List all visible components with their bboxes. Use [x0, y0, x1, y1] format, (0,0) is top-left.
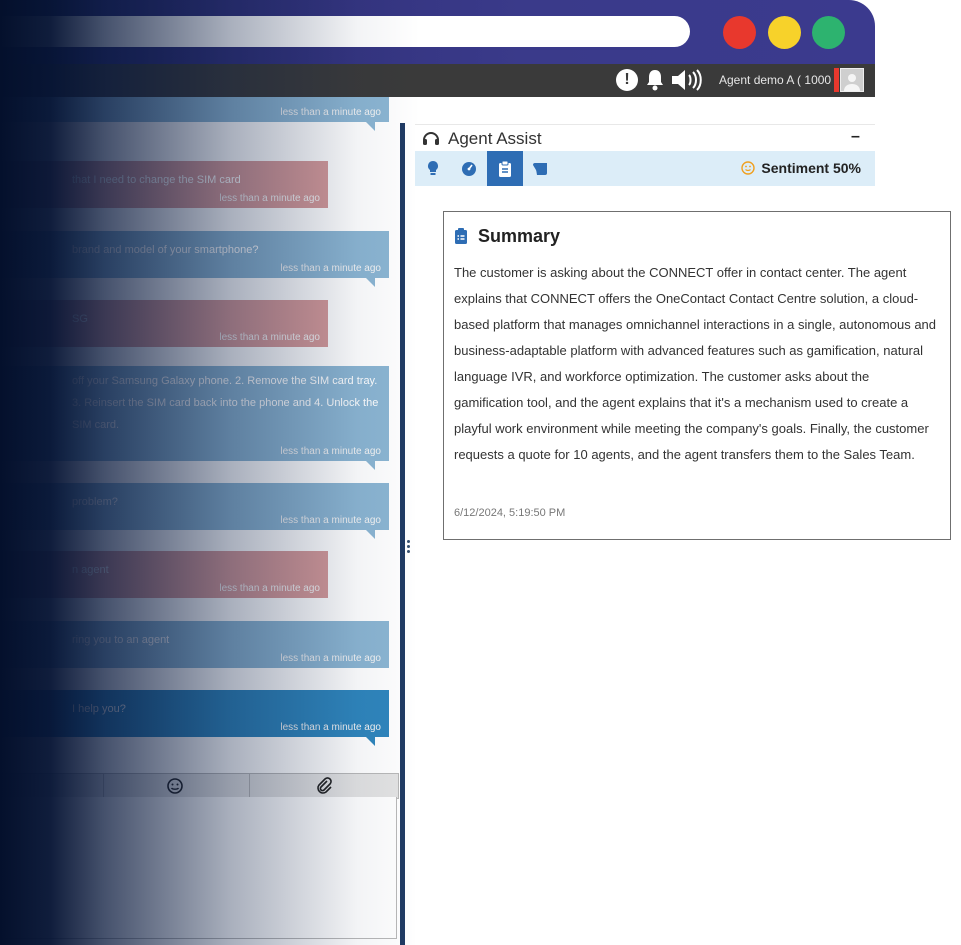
headset-icon [421, 129, 441, 149]
message-text: n agent [72, 564, 109, 576]
chat-message: ring you to an agent less than a minute … [0, 621, 389, 668]
agent-assist-title: Agent Assist [448, 129, 542, 148]
chat-message: off your Samsung Galaxy phone. 2. Remove… [0, 366, 389, 470]
app-toolbar: ! Agent demo A ( 1000 ) [0, 64, 875, 97]
chat-message: n agent less than a minute ago [0, 551, 328, 598]
clipboard-icon[interactable] [487, 151, 523, 186]
message-text: off your Samsung Galaxy phone. 2. Remove… [72, 375, 379, 431]
summary-text: The customer is asking about the CONNECT… [454, 265, 937, 462]
message-text: brand and model of your smartphone? [72, 244, 259, 256]
maximize-window-button[interactable] [812, 16, 845, 49]
clipboard-list-icon [454, 227, 468, 245]
minimize-window-button[interactable] [768, 16, 801, 49]
minimize-panel-button[interactable]: – [851, 128, 860, 146]
summary-timestamp: 6/12/2024, 5:19:50 PM [454, 507, 566, 519]
agent-assist-header: Agent Assist – [415, 124, 875, 152]
close-window-button[interactable] [723, 16, 756, 49]
scroll-icon[interactable] [523, 151, 559, 186]
chat-panel: less than a minute ago that I need to ch… [0, 97, 403, 945]
message-time: less than a minute ago [280, 263, 381, 274]
smiley-icon [741, 161, 756, 175]
message-time: less than a minute ago [219, 583, 320, 594]
bell-icon[interactable] [643, 68, 667, 92]
divider [249, 774, 250, 798]
message-time: less than a minute ago [280, 653, 381, 664]
message-time: less than a minute ago [219, 193, 320, 204]
address-bar[interactable] [0, 16, 690, 47]
message-time: less than a minute ago [280, 107, 381, 118]
message-time: less than a minute ago [219, 332, 320, 343]
paperclip-icon[interactable] [314, 776, 334, 796]
divider [103, 774, 104, 798]
avatar[interactable] [840, 68, 864, 92]
sentiment-label: Sentiment 50% [761, 160, 861, 176]
message-text: problem? [72, 496, 118, 508]
dashboard-icon[interactable] [451, 151, 487, 186]
message-time: less than a minute ago [280, 515, 381, 526]
panel-splitter[interactable] [400, 123, 405, 945]
sentiment-indicator: Sentiment 50% [741, 160, 861, 176]
message-text: that I need to change the SIM card [72, 174, 241, 186]
agent-name-label: Agent demo A ( 1000 ) [719, 73, 839, 87]
chat-message: that I need to change the SIM card less … [0, 161, 328, 208]
summary-title: Summary [478, 226, 561, 246]
chat-message: brand and model of your smartphone? less… [0, 231, 389, 287]
status-indicator [834, 68, 839, 92]
message-text: SG [72, 313, 88, 325]
message-text: ring you to an agent [72, 634, 170, 646]
splitter-handle[interactable] [407, 540, 411, 554]
composer-toolbar [0, 773, 399, 799]
message-time: less than a minute ago [280, 446, 381, 457]
chat-message: problem? less than a minute ago [0, 483, 389, 539]
chat-message: SG less than a minute ago [0, 300, 328, 347]
message-time: less than a minute ago [280, 722, 381, 733]
lightbulb-icon[interactable] [415, 151, 451, 186]
agent-assist-tabs: Sentiment 50% [415, 151, 875, 186]
speaker-icon[interactable] [670, 68, 704, 92]
chat-message: less than a minute ago [0, 97, 389, 131]
alert-icon[interactable]: ! [615, 68, 639, 92]
emoji-icon[interactable] [165, 776, 185, 796]
message-input[interactable] [0, 797, 397, 939]
message-text: I help you? [72, 703, 126, 715]
summary-card: Summary The customer is asking about the… [443, 211, 951, 540]
chat-message: I help you? less than a minute ago [0, 690, 389, 746]
